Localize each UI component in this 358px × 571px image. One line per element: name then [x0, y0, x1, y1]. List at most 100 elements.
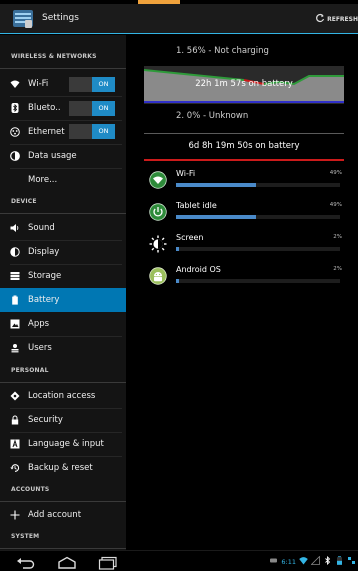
toggle-on-label: ON [92, 77, 115, 92]
wifi-icon [9, 78, 21, 90]
sidebar-item-label: Battery [28, 295, 60, 305]
sidebar-item-label: Location access [28, 391, 96, 401]
backup-icon [9, 462, 21, 474]
usage-bar-fill [176, 183, 257, 187]
app-title: Settings [42, 13, 79, 23]
sidebar-item-label: Blueto.. [28, 103, 61, 113]
usage-bar [176, 247, 340, 251]
usage-item-android-os[interactable]: Android OS 2% [144, 262, 342, 290]
sidebar-item-storage[interactable]: Storage [0, 264, 126, 288]
sidebar-item-more[interactable]: More... [0, 168, 126, 192]
bluetooth-toggle[interactable]: ON [69, 101, 115, 116]
sidebar-item-label: Security [28, 415, 63, 425]
sidebar-item-label: Apps [28, 319, 50, 329]
back-button[interactable] [16, 555, 36, 569]
brightness-icon [149, 235, 167, 253]
sidebar-item-label: More... [28, 175, 58, 185]
sidebar-item-users[interactable]: Users [0, 336, 126, 360]
sidebar-item-display[interactable]: Display [0, 240, 126, 264]
lock-icon [9, 414, 21, 426]
header-accounts: ACCOUNTS [0, 478, 126, 502]
refresh-icon [315, 13, 325, 25]
wifi-icon [149, 171, 167, 189]
sidebar-item-label: Sound [28, 223, 55, 233]
sidebar-item-security[interactable]: Security [0, 408, 126, 432]
usage-bar-fill [176, 215, 257, 219]
header-personal: PERSONAL [0, 359, 126, 383]
usage-bar [176, 183, 340, 187]
refresh-button[interactable]: REFRESH [315, 13, 358, 25]
header-wireless-networks: WIRELESS & NETWORKS [0, 45, 126, 69]
sidebar-item-label: Add account [28, 510, 82, 520]
ethernet-status-icon [347, 556, 356, 567]
clock: 6:11 [281, 557, 296, 566]
usage-percent: 49% [329, 170, 342, 176]
status-area[interactable]: 6:11 [269, 555, 356, 567]
system-nav-bar: 6:11 [0, 550, 358, 571]
battery-icon [9, 294, 21, 306]
sidebar-item-label: Ethernet [28, 127, 65, 137]
language-icon [9, 438, 21, 450]
battery-details-pane: 1. 56% - Not charging 22h 1m 57s on batt… [126, 35, 358, 550]
cell-signal-icon [310, 555, 320, 567]
power-icon [149, 203, 167, 221]
wifi-toggle[interactable]: ON [69, 77, 115, 92]
sidebar-item-add-account[interactable]: Add account [0, 503, 126, 527]
divider [144, 133, 344, 134]
users-icon [9, 342, 21, 354]
usage-name: Screen [176, 233, 204, 242]
sidebar-item-language-input[interactable]: Language & input [0, 432, 126, 456]
settings-sidebar: WIRELESS & NETWORKS Wi-Fi ON Blueto.. ON… [0, 35, 126, 550]
usage-name: Tablet idle [176, 201, 217, 210]
recent-apps-icon [98, 556, 117, 570]
sidebar-item-label: Storage [28, 271, 62, 281]
sidebar-item-apps[interactable]: Apps [0, 312, 126, 336]
sidebar-item-label: Backup & reset [28, 463, 93, 473]
usage-percent: 49% [329, 202, 342, 208]
usage-bar-fill [176, 279, 180, 283]
battery-status-1: 1. 56% - Not charging [176, 46, 269, 56]
usage-bar [176, 279, 340, 283]
graph-time-on-battery: 22h 1m 57s on battery [195, 79, 293, 89]
header-system: SYSTEM [0, 525, 126, 549]
usage-item-tablet-idle[interactable]: Tablet idle 49% [144, 198, 342, 226]
sidebar-item-label: Users [28, 343, 52, 353]
toggle-on-label: ON [92, 101, 115, 116]
usage-percent: 2% [333, 266, 342, 272]
ethernet-toggle[interactable]: ON [69, 124, 115, 139]
back-icon [17, 558, 35, 569]
bluetooth-status-icon [323, 555, 332, 567]
bluetooth-icon [9, 102, 21, 114]
sidebar-item-sound[interactable]: Sound [0, 216, 126, 240]
speaker-icon [9, 222, 21, 234]
sidebar-item-battery[interactable]: Battery [0, 288, 126, 312]
sidebar-item-label: Data usage [28, 151, 77, 161]
recent-apps-button[interactable] [98, 555, 118, 570]
usage-item-screen[interactable]: Screen 2% [144, 230, 342, 258]
wifi-signal-icon [299, 556, 308, 567]
home-icon [58, 556, 76, 569]
android-icon [149, 267, 167, 285]
usage-bar-fill [176, 247, 180, 251]
usage-percent: 2% [333, 234, 342, 240]
sidebar-item-backup-reset[interactable]: Backup & reset [0, 456, 126, 480]
apps-icon [9, 318, 21, 330]
data-usage-icon [9, 150, 21, 162]
sidebar-item-label: Wi-Fi [28, 79, 49, 89]
ethernet-icon [9, 126, 21, 138]
home-button[interactable] [57, 555, 77, 569]
header-device: DEVICE [0, 190, 126, 214]
display-icon [9, 246, 21, 258]
usage-bar [176, 215, 340, 219]
usage-item-wifi[interactable]: Wi-Fi 49% [144, 166, 342, 194]
plus-icon [9, 509, 21, 521]
storage-icon [9, 270, 21, 282]
usb-icon [269, 556, 278, 567]
sidebar-item-location-access[interactable]: Location access [0, 384, 126, 408]
sidebar-item-data-usage[interactable]: Data usage [0, 144, 126, 168]
time-on-battery: 6d 8h 19m 50s on battery [188, 141, 300, 151]
settings-app-icon[interactable] [12, 8, 34, 30]
refresh-label: REFRESH [327, 15, 358, 23]
sidebar-item-label: Language & input [28, 439, 104, 449]
toggle-on-label: ON [92, 124, 115, 139]
